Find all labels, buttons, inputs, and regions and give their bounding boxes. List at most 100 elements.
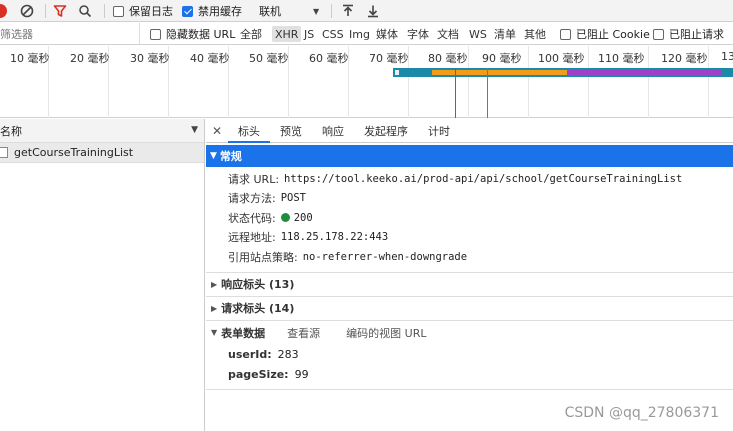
blocked-requests-checkbox[interactable]: 已阻止请求 — [653, 23, 724, 45]
remote-address-value: 118.25.178.22:443 — [280, 231, 389, 244]
throttle-value: 联机 — [259, 5, 281, 18]
document-icon — [0, 147, 8, 158]
timeline-overview[interactable]: 10 毫秒 20 毫秒 30 毫秒 40 毫秒 50 毫秒 60 毫秒 70 毫… — [0, 46, 733, 118]
tab-preview[interactable]: 预览 — [270, 119, 312, 142]
gridline — [588, 46, 589, 118]
blocked-cookies-label: 已阻止 Cookie — [576, 28, 650, 41]
details-tabs: ✕ 标头 预览 响应 发起程序 计时 — [206, 119, 733, 143]
timeline-tick: 40 毫秒 — [190, 52, 230, 65]
request-headers-section[interactable]: ▶ 请求标头 (14) — [206, 297, 733, 320]
request-bar-stalled — [395, 70, 399, 75]
chevron-down-icon: ▼ — [313, 6, 320, 16]
type-filter-img[interactable]: Img — [346, 23, 373, 45]
type-filter-other[interactable]: 其他 — [521, 23, 549, 45]
checkbox-unchecked[interactable] — [150, 28, 161, 40]
request-details-pane: ✕ 标头 预览 响应 发起程序 计时 ▼ 常规 请求 URL: https://… — [206, 119, 733, 431]
blocked-requests-label: 已阻止请求 — [669, 28, 724, 41]
close-icon[interactable]: ✕ — [206, 119, 228, 142]
form-param-value: 99 — [294, 368, 309, 381]
record-icon[interactable] — [0, 4, 7, 18]
remote-address-key: 远程地址: — [228, 231, 276, 245]
divider — [45, 4, 46, 18]
tab-response[interactable]: 响应 — [312, 119, 354, 142]
timeline-tick: 130 — [721, 50, 733, 63]
form-param-key: pageSize: — [228, 368, 289, 381]
status-ok-icon — [280, 213, 290, 223]
triangle-right-icon: ▶ — [211, 303, 218, 313]
remote-address-row: 远程地址: 118.25.178.22:443 — [206, 228, 733, 248]
filter-bar: 筛选器 隐藏数据 URL 全部 XHR JS CSS Img 媒体 字体 文档 … — [0, 23, 733, 45]
type-filter-ws[interactable]: WS — [466, 23, 490, 45]
request-row[interactable]: getCourseTrainingList — [0, 143, 204, 163]
dom-content-loaded-marker — [455, 68, 456, 118]
timeline-tick: 20 毫秒 — [70, 52, 110, 65]
type-filter-css[interactable]: CSS — [319, 23, 347, 45]
form-param-key: userId: — [228, 348, 272, 361]
view-source-link[interactable]: 查看源 — [287, 325, 320, 341]
import-har-icon[interactable] — [341, 0, 355, 22]
type-filter-doc[interactable]: 文档 — [434, 23, 462, 45]
request-url-value: https://tool.keeko.ai/prod-api/api/schoo… — [284, 172, 683, 185]
form-param-row: userId: 283 — [206, 345, 733, 365]
type-filter-media[interactable]: 媒体 — [373, 23, 401, 45]
type-filter-js[interactable]: JS — [301, 23, 317, 45]
request-name: getCourseTrainingList — [14, 146, 134, 159]
network-toolbar: 保留日志 禁用缓存 联机 ▼ — [0, 0, 733, 22]
tab-timing[interactable]: 计时 — [418, 119, 460, 142]
timeline-tick: 110 毫秒 — [598, 52, 645, 65]
status-code-value: 200 — [293, 211, 313, 224]
tab-initiator[interactable]: 发起程序 — [354, 119, 418, 142]
export-har-icon[interactable] — [366, 0, 380, 22]
checkbox-unchecked[interactable] — [653, 28, 664, 40]
response-headers-title: 响应标头 (13) — [221, 278, 295, 291]
timeline-tick: 50 毫秒 — [249, 52, 289, 65]
request-headers-title: 请求标头 (14) — [221, 302, 295, 315]
filter-input[interactable]: 筛选器 — [0, 23, 140, 45]
name-column-header[interactable]: 名称 ▼ — [0, 119, 204, 143]
disable-cache-checkbox[interactable]: 禁用缓存 — [182, 0, 242, 22]
request-method-row: 请求方法: POST — [206, 189, 733, 209]
status-code-key: 状态代码: — [228, 211, 276, 225]
type-filter-manifest[interactable]: 清单 — [491, 23, 519, 45]
gridline — [708, 46, 709, 118]
request-list-pane: 名称 ▼ getCourseTrainingList — [0, 119, 205, 431]
throttle-select[interactable]: 联机 ▼ — [259, 0, 321, 22]
preserve-log-checkbox[interactable]: 保留日志 — [113, 0, 173, 22]
filter-icon[interactable] — [53, 0, 69, 22]
form-param-value: 283 — [277, 348, 299, 361]
view-url-encoded-link[interactable]: 编码的视图 URL — [346, 325, 426, 341]
preserve-log-label: 保留日志 — [129, 5, 173, 18]
general-section-title: 常规 — [219, 150, 242, 163]
type-filter-all[interactable]: 全部 — [237, 23, 265, 45]
checkbox-unchecked[interactable] — [560, 28, 571, 40]
search-icon[interactable] — [78, 0, 94, 22]
referrer-policy-key: 引用站点策略: — [228, 250, 298, 264]
timeline-tick: 70 毫秒 — [369, 52, 409, 65]
chevron-down-icon: ▼ — [191, 125, 198, 135]
triangle-right-icon: ▶ — [211, 279, 218, 289]
divider — [104, 4, 105, 18]
clear-icon[interactable] — [20, 0, 36, 22]
triangle-down-icon[interactable]: ▼ — [211, 328, 217, 337]
checkbox-unchecked[interactable] — [113, 5, 124, 17]
type-filter-xhr[interactable]: XHR — [272, 26, 302, 42]
form-param-row: pageSize: 99 — [206, 365, 733, 385]
type-filter-font[interactable]: 字体 — [404, 23, 432, 45]
tab-headers[interactable]: 标头 — [228, 119, 270, 143]
hide-data-urls-checkbox[interactable]: 隐藏数据 URL — [150, 23, 235, 45]
timeline-tick: 80 毫秒 — [428, 52, 468, 65]
blocked-cookies-checkbox[interactable]: 已阻止 Cookie — [560, 23, 650, 45]
checkbox-checked[interactable] — [182, 5, 193, 17]
disable-cache-label: 禁用缓存 — [198, 5, 242, 18]
referrer-policy-value: no-referrer-when-downgrade — [302, 250, 468, 263]
divider — [331, 4, 332, 18]
gridline — [468, 46, 469, 118]
general-section-header[interactable]: ▼ 常规 — [206, 145, 733, 167]
timeline-tick: 120 毫秒 — [661, 52, 708, 65]
name-column-label: 名称 — [0, 124, 22, 138]
request-method-key: 请求方法: — [228, 192, 276, 206]
divider — [206, 388, 733, 390]
response-headers-section[interactable]: ▶ 响应标头 (13) — [206, 273, 733, 296]
triangle-down-icon: ▼ — [210, 151, 217, 161]
form-data-section: ▼ 表单数据 查看源 编码的视图 URL — [206, 321, 733, 345]
